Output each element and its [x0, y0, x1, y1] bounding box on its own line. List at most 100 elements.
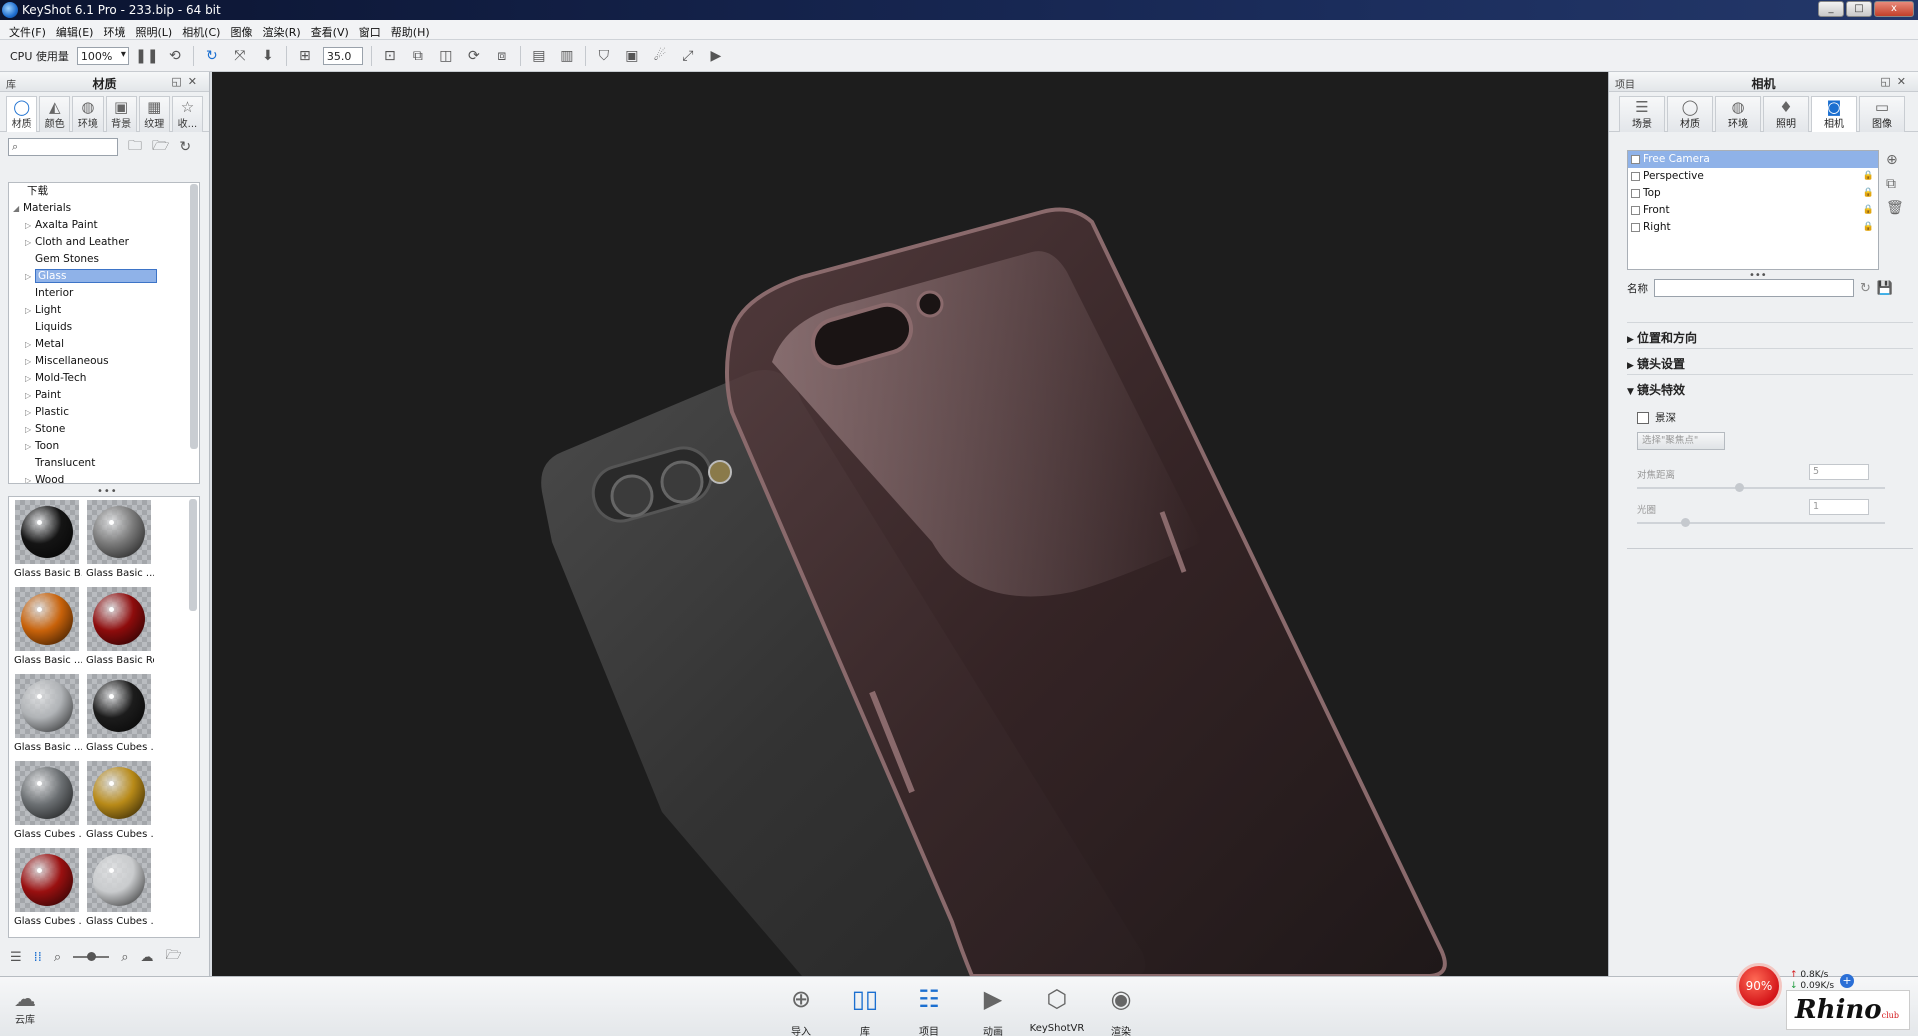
shield-icon[interactable]: ⛉: [594, 46, 614, 66]
slider-knob[interactable]: [1735, 483, 1744, 492]
tree-item-glass[interactable]: ▷ Glass: [9, 268, 199, 285]
material-thumbnail[interactable]: Glass Cubes ...: [83, 848, 155, 935]
thumbnails-scrollbar[interactable]: [189, 499, 197, 611]
tree-item-downloads[interactable]: 下载: [9, 183, 199, 200]
camera-list-item[interactable]: Perspective 🔒: [1628, 168, 1878, 185]
expand-arrow-icon[interactable]: ▷: [25, 217, 35, 234]
tree-item-paint[interactable]: ▷ Paint: [9, 387, 199, 404]
expand-arrow-icon[interactable]: ▷: [25, 353, 35, 370]
menu-window[interactable]: 窗口: [356, 20, 388, 39]
expand-icon[interactable]: ⤢: [678, 46, 698, 66]
material-thumbnail[interactable]: Glass Basic ...: [11, 674, 83, 761]
tab-image[interactable]: ▭ 图像: [1859, 96, 1905, 132]
tab-backgrounds[interactable]: ▣ 背景: [105, 96, 137, 132]
camera-list-item[interactable]: Free Camera: [1628, 151, 1878, 168]
script-console-icon[interactable]: ▶: [706, 46, 726, 66]
slider-knob[interactable]: [1681, 518, 1690, 527]
pause-icon[interactable]: ❚❚: [135, 46, 158, 66]
library-button[interactable]: ▯▯ 库: [844, 983, 886, 1036]
camera-add-icon[interactable]: ⧉: [408, 46, 428, 66]
presentation-icon[interactable]: ▣: [622, 46, 642, 66]
zoom-in-icon[interactable]: ⌕: [121, 950, 128, 965]
render-region-icon[interactable]: ▤: [529, 46, 549, 66]
depth-of-field-checkbox[interactable]: [1637, 411, 1649, 424]
animation-button[interactable]: ▶ 动画: [972, 983, 1014, 1036]
plus-icon[interactable]: +: [1840, 974, 1854, 988]
save-icon[interactable]: 💾: [1877, 281, 1893, 296]
material-thumbnail[interactable]: Glass Cubes ...: [11, 761, 83, 848]
focus-distance-slider[interactable]: [1637, 483, 1885, 492]
menu-file[interactable]: 文件(F): [6, 20, 53, 39]
tree-item-toon[interactable]: ▷ Toon: [9, 438, 199, 455]
material-thumbnail[interactable]: Glass Basic Red: [83, 587, 155, 674]
cloud-library-button[interactable]: ☁ 云库: [14, 989, 36, 1027]
render-viewport[interactable]: [212, 72, 1608, 976]
camera-name-input[interactable]: [1654, 279, 1854, 297]
tree-item-metal[interactable]: ▷ Metal: [9, 336, 199, 353]
project-button[interactable]: ☷ 项目: [908, 983, 950, 1036]
focus-distance-input[interactable]: 5: [1809, 464, 1869, 480]
refresh-icon[interactable]: ↻: [1860, 281, 1871, 296]
menu-image[interactable]: 图像: [227, 20, 259, 39]
tab-scene[interactable]: ☰ 场景: [1619, 96, 1665, 132]
fit-view-icon[interactable]: ⤧: [230, 46, 250, 66]
camera-switch-icon[interactable]: ◫: [436, 46, 456, 66]
camera-list-item[interactable]: Top 🔒: [1628, 185, 1878, 202]
close-button[interactable]: x: [1874, 1, 1914, 17]
expand-arrow-icon[interactable]: ▷: [25, 336, 35, 353]
delete-camera-icon[interactable]: 🗑: [1886, 200, 1904, 216]
expand-arrow-icon[interactable]: ▷: [25, 387, 35, 404]
tab-materials[interactable]: ◯ 材质: [6, 96, 38, 132]
expand-arrow-icon[interactable]: ▷: [25, 302, 35, 319]
add-camera-icon[interactable]: ⊕: [1886, 152, 1904, 168]
panel-float-close-icons[interactable]: ◱✕: [1880, 75, 1912, 88]
tree-item-mold-tech[interactable]: ▷ Mold-Tech: [9, 370, 199, 387]
tab-lighting[interactable]: ♦ 照明: [1763, 96, 1809, 132]
material-thumbnail[interactable]: Glass Cubes ...: [11, 848, 83, 935]
tree-item-cloth-and-leather[interactable]: ▷ Cloth and Leather: [9, 234, 199, 251]
thumbnail-size-slider[interactable]: [73, 952, 110, 961]
section-lens-effects[interactable]: ▼ 镜头特效: [1627, 374, 1913, 398]
tree-item-miscellaneous[interactable]: ▷ Miscellaneous: [9, 353, 199, 370]
drop-to-ground-icon[interactable]: ⬇: [258, 46, 278, 66]
menu-lighting[interactable]: 照明(L): [132, 20, 179, 39]
material-thumbnail[interactable]: Glass Basic ...: [11, 587, 83, 674]
camera-list-item[interactable]: Front 🔒: [1628, 202, 1878, 219]
fstop-input[interactable]: 1: [1809, 499, 1869, 515]
tree-item-gem-stones[interactable]: Gem Stones: [9, 251, 199, 268]
expand-arrow-icon[interactable]: ▷: [25, 268, 35, 285]
menu-camera[interactable]: 相机(C): [179, 20, 227, 39]
tree-scrollbar[interactable]: [190, 184, 198, 449]
expand-arrow-icon[interactable]: ▷: [25, 472, 35, 483]
expand-arrow-icon[interactable]: ▷: [25, 370, 35, 387]
tree-item-plastic[interactable]: ▷ Plastic: [9, 404, 199, 421]
tab-materials[interactable]: ◯ 材质: [1667, 96, 1713, 132]
tab-environment[interactable]: ◍ 环境: [1715, 96, 1761, 132]
performance-mode-icon[interactable]: ⟲: [165, 46, 185, 66]
select-focus-point-button[interactable]: 选择"聚焦点": [1637, 432, 1725, 450]
expanded-arrow-icon[interactable]: ◢: [13, 200, 23, 217]
material-thumbnail[interactable]: Glass Cubes ...: [83, 674, 155, 761]
menu-environment[interactable]: 环境: [100, 20, 132, 39]
fstop-slider[interactable]: [1637, 518, 1885, 527]
zoom-icon[interactable]: ⊡: [380, 46, 400, 66]
focal-length-input[interactable]: 35.0: [322, 46, 363, 65]
studio-icon[interactable]: ▥: [557, 46, 577, 66]
section-position-orientation[interactable]: ▶ 位置和方向: [1627, 322, 1913, 346]
tree-item-wood[interactable]: ▷ Wood: [9, 472, 199, 483]
tab-environments[interactable]: ◍ 环境: [72, 96, 104, 132]
tree-item-translucent[interactable]: Translucent: [9, 455, 199, 472]
tab-favorites[interactable]: ☆ 收...: [171, 96, 204, 132]
expand-arrow-icon[interactable]: ▷: [25, 421, 35, 438]
panel-float-close-icons[interactable]: ◱✕: [171, 75, 203, 88]
reset-camera-icon[interactable]: ⟳: [464, 46, 484, 66]
lock-icon[interactable]: 🔒: [1863, 202, 1874, 219]
remove-folder-icon[interactable]: 🗁: [152, 135, 169, 159]
tab-textures[interactable]: ▦ 纹理: [138, 96, 170, 132]
section-lens-settings[interactable]: ▶ 镜头设置: [1627, 348, 1913, 372]
tab-camera[interactable]: ◙ 相机: [1811, 96, 1857, 132]
geometry-view-icon[interactable]: ☄: [650, 46, 670, 66]
material-thumbnail[interactable]: Glass Basic B...: [11, 500, 83, 587]
tree-item-interior[interactable]: Interior: [9, 285, 199, 302]
maximize-button[interactable]: □: [1846, 1, 1872, 17]
